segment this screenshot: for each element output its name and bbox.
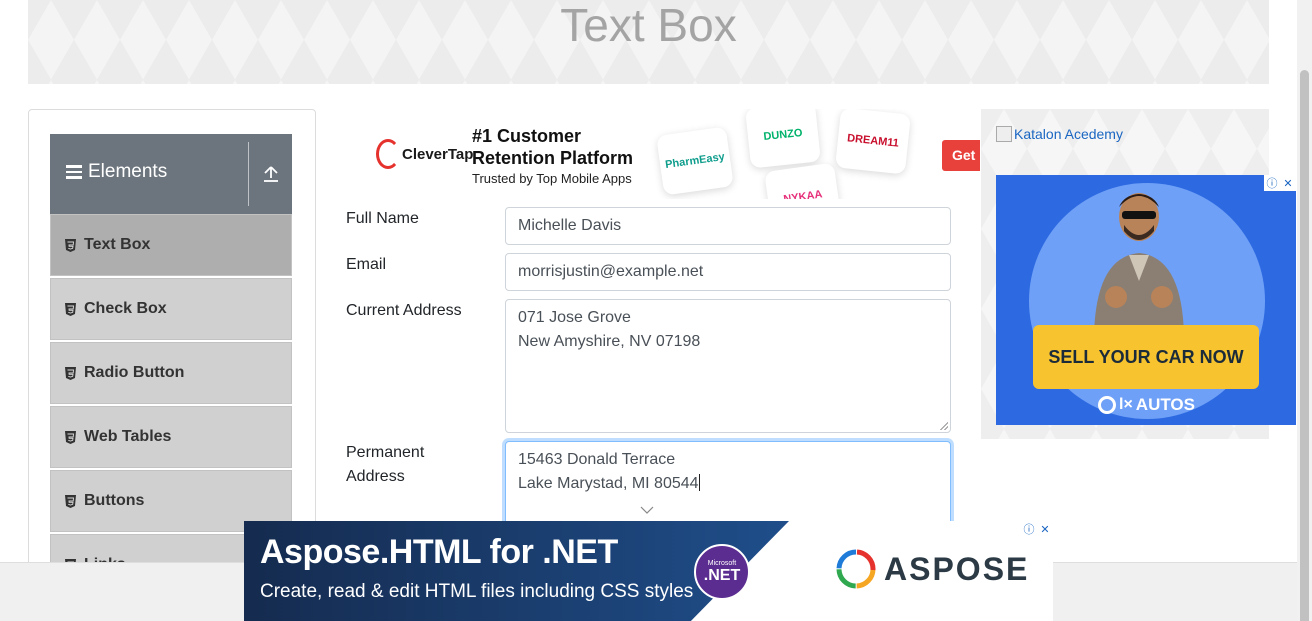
html5-icon xyxy=(65,430,76,444)
olx-brand-text: AUTOS xyxy=(1135,395,1195,414)
html5-icon xyxy=(65,366,76,380)
sidebar-item-label: Buttons xyxy=(84,492,145,509)
chevron-down-icon xyxy=(640,506,654,514)
dunzo-tile: DUNZO xyxy=(745,109,821,169)
permanent-address-label-line1: Permanent xyxy=(346,444,425,461)
katalon-alt-text: Katalon Acedemy xyxy=(1014,126,1123,142)
ad-info-icon[interactable]: ⓘ xyxy=(1264,175,1280,191)
clevertap-c-mark xyxy=(376,139,400,169)
ad-headline: #1 Customer Retention Platform xyxy=(472,125,633,169)
aspose-logo: ASPOSE xyxy=(836,549,1029,589)
permanent-address-label-line2: Address xyxy=(346,468,405,485)
html5-icon xyxy=(65,302,76,316)
ad-person-illustration xyxy=(1094,193,1184,335)
aspose-ad-subtitle: Create, read & edit HTML files including… xyxy=(260,581,694,602)
olx-mark-text: l× xyxy=(1119,396,1133,413)
aspose-ad[interactable]: Aspose.HTML for .NET Create, read & edit… xyxy=(244,521,1053,621)
group-header-divider xyxy=(248,142,249,206)
nykaa-tile: NYKAA xyxy=(764,162,842,199)
resize-handle[interactable] xyxy=(940,422,948,430)
collapse-group-button[interactable] xyxy=(250,134,292,214)
olx-autos-ad[interactable]: SELL YOUR CAR NOW l× AUTOS ⓘ ✕ xyxy=(996,175,1296,425)
elements-group-label: Elements xyxy=(88,161,168,182)
sidebar-item-radio-button[interactable]: Radio Button xyxy=(50,342,292,404)
email-label: Email xyxy=(346,256,387,273)
html5-icon xyxy=(65,494,76,508)
dotnet-badge: Microsoft .NET xyxy=(694,544,750,600)
sidebar-item-label: Web Tables xyxy=(84,428,172,445)
pharmeasy-tile: PharmEasy xyxy=(656,126,734,196)
dream11-tile: DREAM11 xyxy=(835,109,911,175)
sell-your-car-button[interactable]: SELL YOUR CAR NOW xyxy=(1033,325,1259,389)
dotnet-badge-small: Microsoft xyxy=(707,560,737,567)
ad-get-button[interactable]: Get xyxy=(942,140,980,171)
olx-autos-logo: l× AUTOS xyxy=(1098,395,1195,415)
ad-choices-badges: ⓘ ✕ xyxy=(1264,175,1296,191)
ad-info-icon[interactable]: ⓘ xyxy=(1021,521,1037,537)
clevertap-ad[interactable]: CleverTap #1 Customer Retention Platform… xyxy=(360,109,980,199)
scrollbar-thumb[interactable] xyxy=(1300,70,1309,621)
olx-o-mark xyxy=(1098,396,1116,414)
text-caret xyxy=(698,474,700,491)
permanent-address-label: Permanent Address xyxy=(346,441,424,489)
page-scrollbar[interactable] xyxy=(1297,0,1312,621)
elements-group-header[interactable]: Elements xyxy=(50,134,292,214)
ad-headline-line2: Retention Platform xyxy=(472,148,634,168)
katalon-broken-image[interactable]: Katalon Acedemy xyxy=(996,126,1123,142)
clevertap-brand-text: CleverTap xyxy=(402,145,474,163)
broken-image-icon xyxy=(996,126,1012,142)
elements-group-title: Elements xyxy=(66,134,167,210)
dotnet-badge-big: .NET xyxy=(703,567,741,584)
sidebar-item-label: Text Box xyxy=(84,236,151,253)
email-input[interactable]: morrisjustin@example.net xyxy=(505,253,951,291)
ad-close-icon[interactable]: ✕ xyxy=(1280,175,1296,191)
html5-icon xyxy=(65,238,76,252)
sidebar-item-check-box[interactable]: Check Box xyxy=(50,278,292,340)
current-address-label: Current Address xyxy=(346,302,462,319)
current-address-textarea[interactable]: 071 Jose Grove New Amyshire, NV 07198 xyxy=(505,299,951,433)
upload-arrow-icon xyxy=(264,166,278,182)
ad-subtitle: Trusted by Top Mobile Apps xyxy=(472,171,632,186)
page-header-banner: Text Box xyxy=(28,0,1269,84)
clevertap-logo: CleverTap xyxy=(376,139,473,169)
permanent-address-line1: 15463 Donald Terrace xyxy=(518,451,676,468)
full-name-label: Full Name xyxy=(346,210,419,227)
sidebar-item-web-tables[interactable]: Web Tables xyxy=(50,406,292,468)
permanent-address-line2-text: Lake Marystad, MI 80544 xyxy=(518,475,699,492)
menu-icon xyxy=(66,165,82,179)
ad-headline-line1: #1 Customer xyxy=(472,126,582,146)
sidebar-item-label: Check Box xyxy=(84,300,167,317)
full-name-value: Michelle Davis xyxy=(518,217,622,234)
current-address-line1: 071 Jose Grove xyxy=(518,309,631,326)
permanent-address-line2: Lake Marystad, MI 80544 xyxy=(518,472,938,496)
aspose-ad-title: Aspose.HTML for .NET xyxy=(260,533,618,571)
ad-close-icon[interactable]: ✕ xyxy=(1037,521,1053,537)
sidebar-item-text-box[interactable]: Text Box xyxy=(50,214,292,276)
aspose-logo-text: ASPOSE xyxy=(884,550,1030,587)
ad-choices-badges: ⓘ ✕ xyxy=(1021,521,1053,537)
current-address-line2: New Amyshire, NV 07198 xyxy=(518,333,701,350)
aspose-swirl-icon xyxy=(836,549,876,589)
full-name-input[interactable]: Michelle Davis xyxy=(505,207,951,245)
email-value: morrisjustin@example.net xyxy=(518,263,704,280)
page: Text Box Elements Text Box Check Box Rad… xyxy=(0,0,1312,621)
sidebar-item-label: Radio Button xyxy=(84,364,185,381)
page-title: Text Box xyxy=(560,0,737,51)
